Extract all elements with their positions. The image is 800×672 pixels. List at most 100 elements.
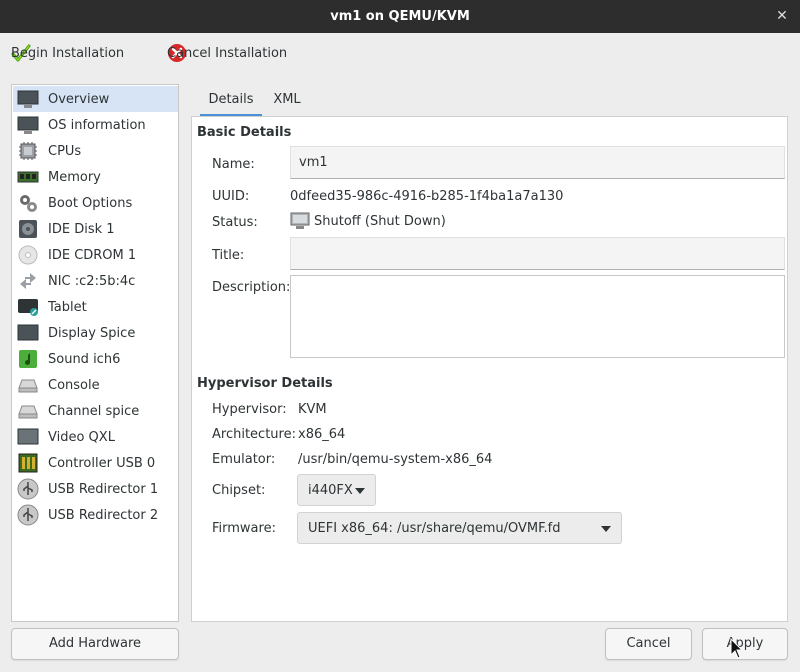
uuid-value: 0dfeed35-986c-4916-b285-1f4ba1a7a130 xyxy=(290,189,564,204)
gears-icon xyxy=(17,192,39,214)
details-panel: Basic Details Name: vm1 UUID: 0dfeed35-9… xyxy=(191,116,788,622)
monitor-icon xyxy=(17,114,39,136)
details-area: Details XML Basic Details Name: vm1 UUID… xyxy=(191,84,788,622)
disk-icon xyxy=(17,218,39,240)
basic-details-heading: Basic Details xyxy=(197,125,292,140)
sidebar-item-label: Sound ich6 xyxy=(48,351,121,367)
sidebar-item-label: Overview xyxy=(48,91,110,107)
cpu-icon xyxy=(17,140,39,162)
sidebar-item-controller-usb-0[interactable]: Controller USB 0 xyxy=(13,450,178,476)
apply-button[interactable]: Apply xyxy=(702,628,788,660)
sidebar-item-tablet[interactable]: Tablet xyxy=(13,294,178,320)
begin-installation-label: Begin Installation xyxy=(11,45,125,61)
title-label: Title: xyxy=(212,248,245,263)
tab-xml[interactable]: XML xyxy=(266,84,308,116)
hardware-list: Overview OS information CPUs Memory Boot… xyxy=(11,84,179,622)
video-icon xyxy=(17,426,39,448)
cancel-button-label: Cancel xyxy=(626,636,671,651)
memory-icon xyxy=(17,166,39,188)
cancel-installation-button[interactable]: Cancel Installation xyxy=(167,41,287,65)
emulator-value: /usr/bin/qemu-system-x86_64 xyxy=(298,452,493,467)
vm-shutoff-icon xyxy=(290,212,310,229)
tab-details[interactable]: Details xyxy=(200,84,262,116)
cdrom-icon xyxy=(17,244,39,266)
sidebar-item-cpus[interactable]: CPUs xyxy=(13,138,178,164)
title-field[interactable] xyxy=(290,237,785,270)
chevron-down-icon xyxy=(601,526,611,532)
sidebar-item-display-spice[interactable]: Display Spice xyxy=(13,320,178,346)
status-label: Status: xyxy=(212,215,258,230)
chevron-down-icon xyxy=(355,488,365,494)
title-bar: vm1 on QEMU/KVM ✕ xyxy=(0,0,800,33)
sidebar-item-label: Display Spice xyxy=(48,325,136,341)
sidebar-item-label: USB Redirector 1 xyxy=(48,481,159,497)
sidebar-item-label: Video QXL xyxy=(48,429,115,445)
name-label: Name: xyxy=(212,157,255,172)
window-title: vm1 on QEMU/KVM xyxy=(330,9,470,24)
sidebar-item-label: NIC :c2:5b:4c xyxy=(48,273,136,289)
sidebar-item-channel-spice[interactable]: Channel spice xyxy=(13,398,178,424)
sidebar-item-label: IDE Disk 1 xyxy=(48,221,115,237)
controller-icon xyxy=(17,452,39,474)
name-value: vm1 xyxy=(299,155,328,170)
architecture-label: Architecture: xyxy=(212,427,296,442)
network-icon xyxy=(17,270,39,292)
sidebar-item-label: Channel spice xyxy=(48,403,140,419)
chipset-value: i440FX xyxy=(308,482,353,498)
sound-icon xyxy=(17,348,39,370)
usb-icon xyxy=(17,504,39,526)
sidebar-item-video-qxl[interactable]: Video QXL xyxy=(13,424,178,450)
serial-icon xyxy=(17,374,39,396)
sidebar-item-label: Controller USB 0 xyxy=(48,455,156,471)
sidebar-item-label: IDE CDROM 1 xyxy=(48,247,137,263)
emulator-label: Emulator: xyxy=(212,452,276,467)
sidebar-item-sound-ich6[interactable]: Sound ich6 xyxy=(13,346,178,372)
tab-details-label: Details xyxy=(208,92,254,107)
sidebar-item-boot-options[interactable]: Boot Options xyxy=(13,190,178,216)
add-hardware-button[interactable]: Add Hardware xyxy=(11,628,179,660)
firmware-dropdown[interactable]: UEFI x86_64: /usr/share/qemu/OVMF.fd xyxy=(297,512,622,544)
firmware-label: Firmware: xyxy=(212,521,276,536)
sidebar-item-overview[interactable]: Overview xyxy=(13,86,178,112)
sidebar-item-label: USB Redirector 2 xyxy=(48,507,159,523)
tab-xml-label: XML xyxy=(273,92,301,107)
usb-icon xyxy=(17,478,39,500)
uuid-label: UUID: xyxy=(212,189,250,204)
sidebar-item-label: OS information xyxy=(48,117,146,133)
hypervisor-value: KVM xyxy=(298,402,327,417)
description-label: Description: xyxy=(212,280,291,295)
cancel-installation-label: Cancel Installation xyxy=(167,45,288,61)
sidebar-item-label: Console xyxy=(48,377,100,393)
chipset-dropdown[interactable]: i440FX xyxy=(297,474,376,506)
firmware-value: UEFI x86_64: /usr/share/qemu/OVMF.fd xyxy=(308,520,561,536)
hypervisor-label: Hypervisor: xyxy=(212,402,287,417)
sidebar-item-console[interactable]: Console xyxy=(13,372,178,398)
description-textarea[interactable] xyxy=(290,275,785,358)
monitor-icon xyxy=(17,88,39,110)
sidebar-item-usb-redirector-2[interactable]: USB Redirector 2 xyxy=(13,502,178,528)
hypervisor-details-heading: Hypervisor Details xyxy=(197,376,333,391)
status-display: Shutoff (Shut Down) xyxy=(290,212,446,230)
tab-bar: Details XML xyxy=(191,84,788,116)
sidebar-item-os-information[interactable]: OS information xyxy=(13,112,178,138)
cancel-button[interactable]: Cancel xyxy=(605,628,692,660)
sidebar-item-ide-cdrom-1[interactable]: IDE CDROM 1 xyxy=(13,242,178,268)
sidebar-item-usb-redirector-1[interactable]: USB Redirector 1 xyxy=(13,476,178,502)
mouse-cursor-icon xyxy=(730,638,744,659)
begin-installation-button[interactable]: Begin Installation xyxy=(11,41,124,65)
sidebar-item-label: Memory xyxy=(48,169,101,185)
architecture-value: x86_64 xyxy=(298,427,346,442)
status-value: Shutoff (Shut Down) xyxy=(314,213,446,229)
display-icon xyxy=(17,322,39,344)
chipset-label: Chipset: xyxy=(212,483,266,498)
sidebar-item-nic[interactable]: NIC :c2:5b:4c xyxy=(13,268,178,294)
sidebar-item-memory[interactable]: Memory xyxy=(13,164,178,190)
serial-icon xyxy=(17,400,39,422)
toolbar: Begin Installation Cancel Installation xyxy=(0,33,800,73)
sidebar-item-ide-disk-1[interactable]: IDE Disk 1 xyxy=(13,216,178,242)
add-hardware-label: Add Hardware xyxy=(48,636,142,651)
close-icon[interactable]: ✕ xyxy=(774,0,790,33)
sidebar-item-label: Tablet xyxy=(48,299,87,315)
sidebar-item-label: Boot Options xyxy=(48,195,133,211)
name-field[interactable]: vm1 xyxy=(290,146,785,179)
